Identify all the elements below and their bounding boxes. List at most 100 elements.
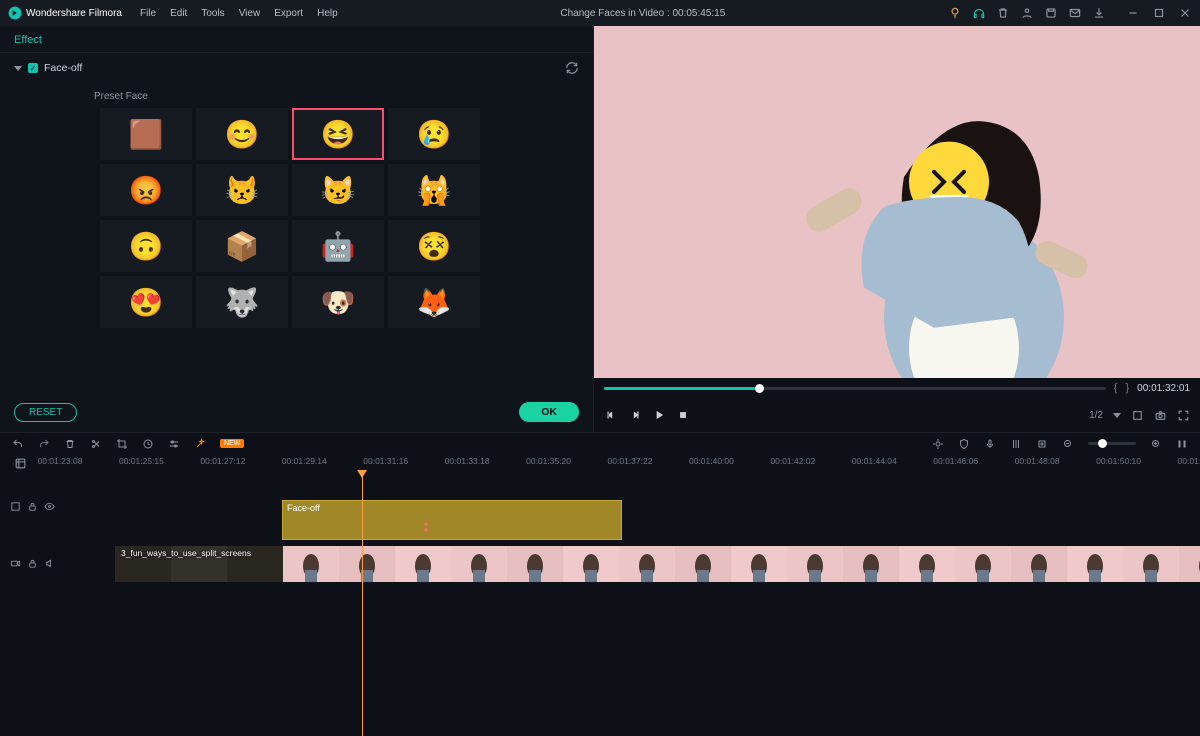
preset-face-8[interactable]: 🙃 bbox=[100, 220, 192, 272]
scissors-icon[interactable] bbox=[422, 520, 436, 537]
preset-face-12[interactable]: 😍 bbox=[100, 276, 192, 328]
faceoff-checkbox[interactable]: ✓ bbox=[28, 63, 38, 73]
prev-frame-icon[interactable] bbox=[604, 408, 618, 422]
marker-icon[interactable] bbox=[932, 438, 944, 450]
speed-icon[interactable] bbox=[142, 438, 154, 450]
bracket-open: { bbox=[1114, 382, 1118, 394]
zoom-out-icon[interactable] bbox=[1062, 438, 1074, 450]
playhead[interactable] bbox=[362, 472, 363, 736]
lightbulb-icon[interactable] bbox=[948, 6, 962, 20]
faceoff-label: Face-off bbox=[44, 62, 82, 74]
crop-icon[interactable] bbox=[116, 438, 128, 450]
close-icon[interactable] bbox=[1178, 6, 1192, 20]
menu-edit[interactable]: Edit bbox=[170, 8, 187, 19]
ruler-tick: 00:01:27:12 bbox=[200, 456, 245, 466]
preset-face-15[interactable]: 🦊 bbox=[388, 276, 480, 328]
video-thumbnail bbox=[899, 546, 955, 582]
ruler-tick: 00:01:25:15 bbox=[119, 456, 164, 466]
adjust-icon[interactable] bbox=[168, 438, 180, 450]
effect-clip-label: Face-off bbox=[287, 503, 320, 513]
preset-face-10[interactable]: 🤖 bbox=[292, 220, 384, 272]
chevron-down-icon[interactable] bbox=[1113, 413, 1121, 418]
delete-icon[interactable] bbox=[64, 438, 76, 450]
menu-export[interactable]: Export bbox=[274, 8, 303, 19]
current-time-label: 00:01:32:01 bbox=[1137, 383, 1190, 394]
redo-icon[interactable] bbox=[38, 438, 50, 450]
minimize-icon[interactable] bbox=[1126, 6, 1140, 20]
video-thumbnail bbox=[451, 546, 507, 582]
reset-button[interactable]: RESET bbox=[14, 403, 77, 422]
undo-icon[interactable] bbox=[12, 438, 24, 450]
video-thumbnail bbox=[843, 546, 899, 582]
fullscreen-icon[interactable] bbox=[1177, 409, 1190, 422]
audio-mixer-icon[interactable] bbox=[1010, 438, 1022, 450]
preset-face-0[interactable]: 🟫 bbox=[100, 108, 192, 160]
download-icon[interactable] bbox=[1092, 6, 1106, 20]
collapse-icon[interactable] bbox=[14, 66, 22, 71]
video-thumbnail bbox=[395, 546, 451, 582]
video-thumbnail bbox=[507, 546, 563, 582]
effect-track-icon[interactable] bbox=[10, 501, 21, 512]
mail-icon[interactable] bbox=[1068, 6, 1082, 20]
shield-icon[interactable] bbox=[958, 438, 970, 450]
preset-face-4[interactable]: 😡 bbox=[100, 164, 192, 216]
crop-marker-icon[interactable] bbox=[1131, 409, 1144, 422]
zoom-fit-icon[interactable] bbox=[1036, 438, 1048, 450]
refresh-icon[interactable] bbox=[565, 61, 579, 75]
preset-face-13[interactable]: 🐺 bbox=[196, 276, 288, 328]
preview-progress[interactable] bbox=[604, 387, 1106, 390]
menu-tools[interactable]: Tools bbox=[201, 8, 224, 19]
ruler-tick: 00:01:33:18 bbox=[445, 456, 490, 466]
tab-effect[interactable]: Effect bbox=[0, 26, 593, 53]
video-thumbnail bbox=[675, 546, 731, 582]
video-thumbnail bbox=[731, 546, 787, 582]
user-icon[interactable] bbox=[1020, 6, 1034, 20]
menu-help[interactable]: Help bbox=[317, 8, 338, 19]
zoom-in-icon[interactable] bbox=[1150, 438, 1162, 450]
preset-face-14[interactable]: 🐶 bbox=[292, 276, 384, 328]
lock-icon[interactable] bbox=[27, 558, 38, 569]
preset-face-7[interactable]: 🙀 bbox=[388, 164, 480, 216]
effect-clip[interactable]: Face-off bbox=[282, 500, 622, 540]
visibility-icon[interactable] bbox=[44, 501, 55, 512]
menu-view[interactable]: View bbox=[239, 8, 261, 19]
preset-face-5[interactable]: 😾 bbox=[196, 164, 288, 216]
video-preview bbox=[594, 26, 1200, 378]
snapshot-icon[interactable] bbox=[1154, 409, 1167, 422]
preset-face-1[interactable]: 😊 bbox=[196, 108, 288, 160]
lock-icon[interactable] bbox=[27, 501, 38, 512]
next-frame-icon[interactable] bbox=[628, 408, 642, 422]
maximize-icon[interactable] bbox=[1152, 6, 1166, 20]
timeline-media-icon[interactable] bbox=[14, 457, 27, 470]
video-track-icon[interactable] bbox=[10, 558, 21, 569]
trash-icon[interactable] bbox=[996, 6, 1010, 20]
menu-file[interactable]: File bbox=[140, 8, 156, 19]
save-icon[interactable] bbox=[1044, 6, 1058, 20]
ruler-tick: 00:01:35:20 bbox=[526, 456, 571, 466]
preset-face-2[interactable]: 😆 bbox=[292, 108, 384, 160]
ok-button[interactable]: OK bbox=[519, 402, 579, 422]
magic-icon[interactable] bbox=[194, 438, 206, 450]
preset-face-6[interactable]: 😼 bbox=[292, 164, 384, 216]
bracket-close: } bbox=[1125, 382, 1129, 394]
stop-icon[interactable] bbox=[676, 408, 690, 422]
preset-face-11[interactable]: 😵 bbox=[388, 220, 480, 272]
preset-face-9[interactable]: 📦 bbox=[196, 220, 288, 272]
headphones-icon[interactable] bbox=[972, 6, 986, 20]
ruler-tick: 00:01:37:22 bbox=[608, 456, 653, 466]
filmora-logo-icon bbox=[8, 6, 22, 20]
mute-icon[interactable] bbox=[44, 558, 55, 569]
preset-face-3[interactable]: 😢 bbox=[388, 108, 480, 160]
ruler-tick: 00:01:52:12 bbox=[1178, 456, 1200, 466]
timeline-settings-icon[interactable] bbox=[1176, 438, 1188, 450]
zoom-slider[interactable] bbox=[1088, 442, 1136, 445]
split-icon[interactable] bbox=[90, 438, 102, 450]
play-icon[interactable] bbox=[652, 408, 666, 422]
mic-icon[interactable] bbox=[984, 438, 996, 450]
video-clip[interactable]: 3_fun_ways_to_use_split_screens bbox=[115, 546, 1200, 582]
new-badge: NEW bbox=[220, 439, 244, 448]
video-thumbnail bbox=[619, 546, 675, 582]
video-thumbnail bbox=[1067, 546, 1123, 582]
timeline-ruler[interactable]: 00:01:23:0800:01:25:1500:01:27:1200:01:2… bbox=[60, 454, 1200, 472]
video-clip-label: 3_fun_ways_to_use_split_screens bbox=[121, 548, 251, 558]
